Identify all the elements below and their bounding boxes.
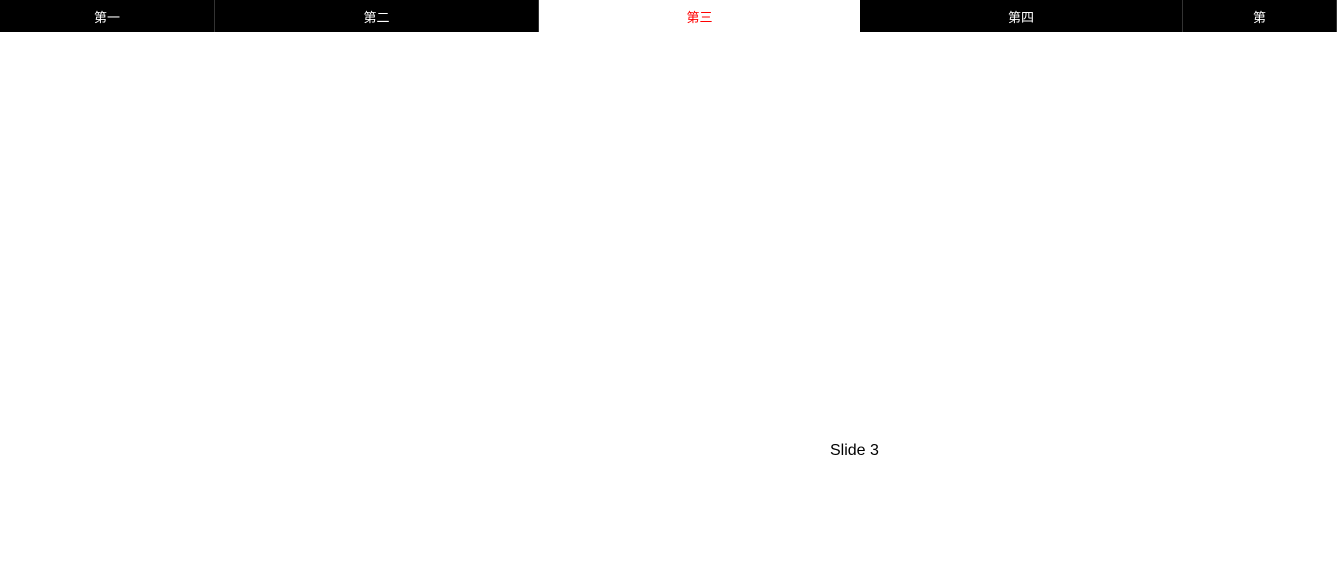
tab-label: 第四 <box>1008 7 1034 26</box>
tab-bar: 第一 第二 第三 第四 第 <box>0 0 1337 32</box>
slide-label: Slide 3 <box>830 442 879 460</box>
tab-label: 第一 <box>94 7 120 26</box>
tab-third[interactable]: 第三 <box>539 0 860 32</box>
tab-label: 第 <box>1253 7 1266 26</box>
tab-fifth[interactable]: 第 <box>1183 0 1337 32</box>
tab-label: 第二 <box>363 7 389 26</box>
tab-second[interactable]: 第二 <box>215 0 539 32</box>
tab-fourth[interactable]: 第四 <box>860 0 1183 32</box>
tab-first[interactable]: 第一 <box>0 0 215 32</box>
slide-content-area: Slide 3 <box>0 32 1337 570</box>
tab-label: 第三 <box>686 7 712 26</box>
